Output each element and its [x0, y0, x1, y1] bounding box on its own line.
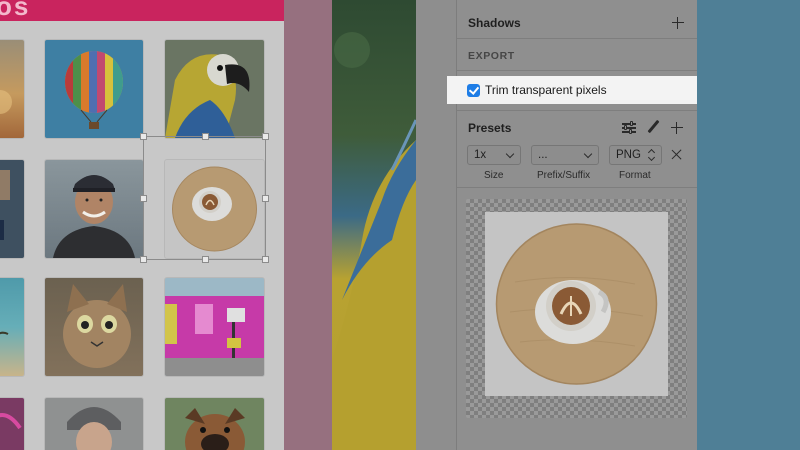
stepper-icon [648, 148, 656, 162]
image-tile-sunset[interactable] [0, 40, 24, 138]
prefix-suffix-value: ... [538, 149, 548, 161]
canvas-area[interactable]: os [0, 0, 284, 450]
sliders-icon[interactable] [622, 121, 636, 134]
image-tile-girl[interactable] [45, 398, 143, 450]
chevron-down-icon [505, 149, 515, 159]
panel-gutter [416, 0, 456, 450]
trim-transparent-label: Trim transparent pixels [485, 83, 607, 97]
resize-handle-top-right[interactable] [262, 133, 269, 140]
add-preset-plus-icon[interactable] [671, 122, 683, 134]
shadows-row[interactable]: Shadows [457, 0, 698, 39]
resize-handle-bottom-right[interactable] [262, 256, 269, 263]
canvas-background [284, 0, 332, 450]
image-tile-neon[interactable] [0, 398, 24, 450]
export-preview [466, 199, 687, 418]
image-tile-cat[interactable] [45, 278, 143, 376]
add-shadow-plus-icon[interactable] [672, 17, 684, 29]
resize-handle-bottom-left[interactable] [140, 256, 147, 263]
image-strip-parrot-feathers[interactable] [332, 0, 416, 450]
format-select[interactable]: PNG [609, 145, 662, 165]
resize-handle-top[interactable] [202, 133, 209, 140]
resize-handle-top-left[interactable] [140, 133, 147, 140]
image-tile-beach[interactable] [0, 278, 24, 376]
export-section-label: EXPORT [468, 50, 515, 62]
resize-handle-right[interactable] [262, 195, 269, 202]
divider [457, 187, 698, 188]
image-tile-wood[interactable] [0, 160, 24, 258]
format-label: Format [619, 170, 651, 181]
image-tile-man[interactable] [45, 160, 143, 258]
close-icon[interactable] [671, 149, 682, 160]
resize-handle-left[interactable] [140, 195, 147, 202]
format-select-value: PNG [616, 149, 641, 161]
image-tile-pink-building[interactable] [165, 278, 264, 376]
desktop-background [697, 0, 800, 450]
export-preview-image [485, 212, 668, 396]
artboard-header-text: os [0, 0, 31, 21]
chevron-down-icon [583, 149, 593, 159]
prefix-suffix-select[interactable]: ... [531, 145, 599, 165]
prefix-suffix-label: Prefix/Suffix [537, 170, 591, 181]
trim-transparent-checkbox[interactable] [467, 84, 480, 97]
artboard-header: os [0, 0, 284, 21]
presets-title: Presets [468, 121, 512, 135]
selection-box[interactable] [140, 133, 269, 263]
size-select[interactable]: 1x [467, 145, 521, 165]
image-tile-balloon[interactable] [45, 40, 143, 138]
divider [457, 110, 698, 111]
size-label: Size [484, 170, 504, 181]
image-tile-dog[interactable] [165, 398, 264, 450]
divider [457, 70, 698, 71]
shadows-title: Shadows [468, 16, 521, 30]
pen-icon[interactable] [646, 120, 660, 134]
resize-handle-bottom[interactable] [202, 256, 209, 263]
image-tile-parrot[interactable] [165, 40, 264, 138]
size-select-value: 1x [474, 149, 487, 161]
